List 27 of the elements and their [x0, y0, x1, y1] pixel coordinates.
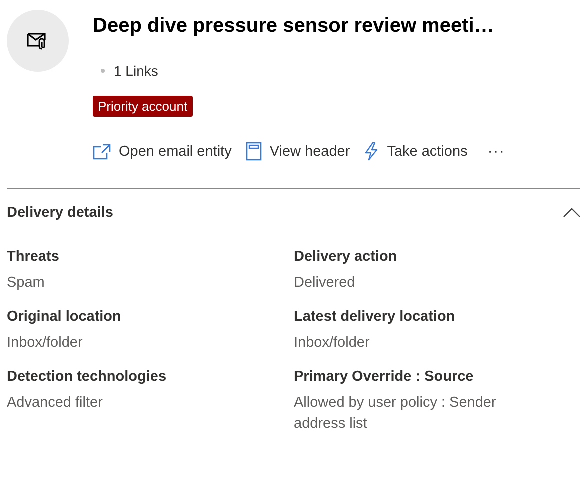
action-button[interactable]: View header: [246, 142, 350, 161]
priority-badge: Priority account: [93, 96, 193, 117]
mail-attachment-icon: [27, 32, 49, 50]
field-value: Spam: [7, 274, 46, 293]
action-button[interactable]: Take actions: [364, 142, 468, 161]
field-label: Original location: [7, 309, 122, 326]
field-value: Delivered: [294, 274, 356, 293]
collapse-button[interactable]: [563, 208, 581, 218]
field-label: Threats: [7, 249, 60, 265]
lightning-icon: [364, 142, 380, 161]
action-button[interactable]: Open email entity: [93, 144, 232, 160]
more-button[interactable]: ···: [488, 144, 506, 160]
field-value: Advanced filter: [7, 394, 104, 414]
field-label: Primary Override : Source: [294, 369, 475, 386]
document-icon: [246, 142, 262, 161]
section-title: Delivery details: [7, 205, 114, 221]
field-label: Detection technologies: [7, 369, 168, 386]
field-value: Inbox/folder: [7, 334, 84, 354]
field-value: Inbox/folder: [294, 334, 371, 354]
field-value: Allowed by user policy : Sender address list: [294, 394, 498, 434]
chevron-icon: [563, 208, 581, 218]
open-external-icon: [93, 144, 111, 160]
links-count: 1 Links: [114, 63, 158, 79]
email-title: Deep dive pressure sensor review meeti…: [93, 15, 494, 38]
field-label: Delivery action: [294, 249, 398, 265]
bullet-icon: [101, 69, 105, 73]
field-label: Latest delivery location: [294, 309, 456, 326]
